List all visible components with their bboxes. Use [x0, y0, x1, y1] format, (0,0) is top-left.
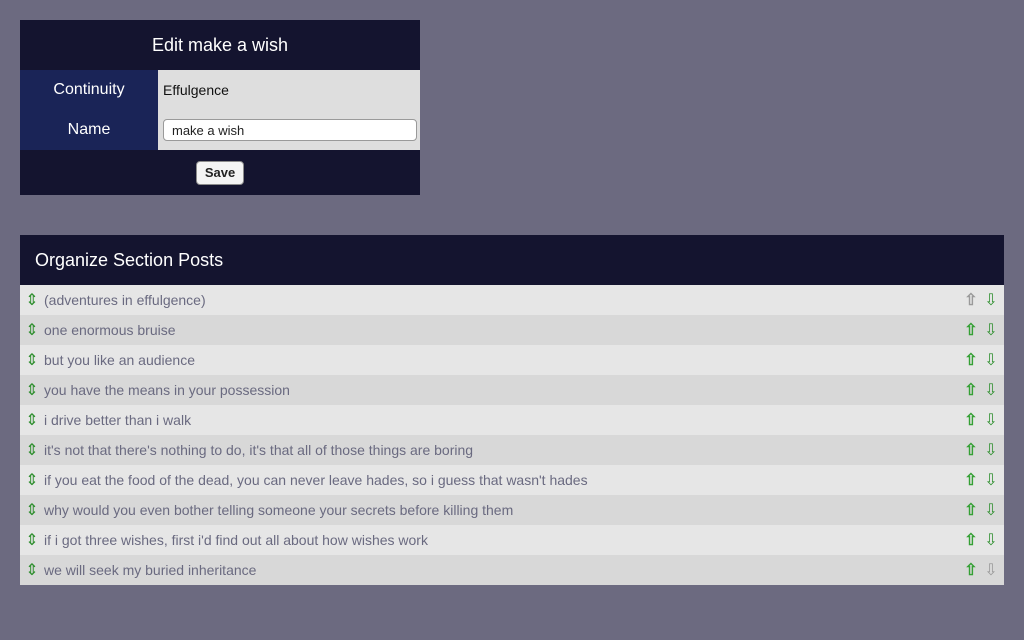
reorder-controls: ⇧ ⇩: [964, 380, 1004, 400]
arrow-down-icon[interactable]: ⇩: [984, 350, 998, 370]
drag-handle-icon[interactable]: ⇕: [20, 500, 44, 520]
post-row[interactable]: ⇕ (adventures in effulgence) ⇧ ⇩: [20, 285, 1004, 315]
continuity-label: Continuity: [20, 70, 158, 110]
post-row[interactable]: ⇕ i drive better than i walk ⇧ ⇩: [20, 405, 1004, 435]
arrow-down-icon[interactable]: ⇩: [984, 290, 998, 310]
name-label: Name: [20, 110, 158, 150]
post-row[interactable]: ⇕ you have the means in your possession ⇧ ⇩: [20, 375, 1004, 405]
drag-handle-icon[interactable]: ⇕: [20, 290, 44, 310]
arrow-down-icon[interactable]: ⇩: [984, 500, 998, 520]
drag-handle-icon[interactable]: ⇕: [20, 530, 44, 550]
post-title: why would you even bother telling someon…: [44, 502, 514, 518]
arrow-up-icon[interactable]: ⇧: [964, 350, 978, 370]
arrow-up-icon[interactable]: ⇧: [964, 500, 978, 520]
arrow-up-icon[interactable]: ⇧: [964, 440, 978, 460]
arrow-up-icon[interactable]: ⇧: [964, 530, 978, 550]
post-title: i drive better than i walk: [44, 412, 192, 428]
post-title: if you eat the food of the dead, you can…: [44, 472, 588, 488]
drag-handle-icon[interactable]: ⇕: [20, 380, 44, 400]
post-row[interactable]: ⇕ it's not that there's nothing to do, it…: [20, 435, 1004, 465]
reorder-controls: ⇧ ⇩: [964, 560, 1004, 580]
post-row[interactable]: ⇕ if you eat the food of the dead, you ca…: [20, 465, 1004, 495]
post-title: one enormous bruise: [44, 322, 176, 338]
reorder-controls: ⇧ ⇩: [964, 320, 1004, 340]
post-row[interactable]: ⇕ we will seek my buried inheritance ⇧ ⇩: [20, 555, 1004, 585]
post-title: (adventures in effulgence): [44, 292, 206, 308]
post-title: but you like an audience: [44, 352, 195, 368]
post-row[interactable]: ⇕ but you like an audience ⇧ ⇩: [20, 345, 1004, 375]
edit-section-panel: Edit make a wish Continuity Effulgence N…: [20, 20, 420, 195]
reorder-controls: ⇧ ⇩: [964, 500, 1004, 520]
post-row[interactable]: ⇕ why would you even bother telling someo…: [20, 495, 1004, 525]
arrow-down-icon[interactable]: ⇩: [984, 380, 998, 400]
post-title: you have the means in your possession: [44, 382, 290, 398]
drag-handle-icon[interactable]: ⇕: [20, 410, 44, 430]
arrow-up-icon[interactable]: ⇧: [964, 470, 978, 490]
edit-section-title: Edit make a wish: [151, 35, 289, 55]
arrow-down-icon[interactable]: ⇩: [984, 530, 998, 550]
arrow-down-icon: ⇩: [984, 562, 998, 579]
arrow-down-icon[interactable]: ⇩: [984, 440, 998, 460]
drag-handle-icon[interactable]: ⇕: [20, 350, 44, 370]
continuity-value: Effulgence: [158, 70, 420, 110]
arrow-up-icon[interactable]: ⇧: [964, 560, 978, 580]
drag-handle-icon[interactable]: ⇕: [20, 560, 44, 580]
arrow-down-icon[interactable]: ⇩: [984, 470, 998, 490]
reorder-controls: ⇧ ⇩: [964, 440, 1004, 460]
post-title: it's not that there's nothing to do, it'…: [44, 442, 474, 458]
drag-handle-icon[interactable]: ⇕: [20, 470, 44, 490]
arrow-up-icon: ⇧: [964, 292, 978, 309]
reorder-controls: ⇧ ⇩: [964, 470, 1004, 490]
drag-handle-icon[interactable]: ⇕: [20, 440, 44, 460]
save-button[interactable]: Save: [195, 160, 245, 185]
organize-posts-title: Organize Section Posts: [35, 250, 224, 270]
continuity-row: Continuity Effulgence: [20, 70, 420, 110]
post-title: if i got three wishes, first i'd find ou…: [44, 532, 428, 548]
name-value-cell: [158, 110, 420, 150]
post-title: we will seek my buried inheritance: [44, 562, 257, 578]
post-list: ⇕ (adventures in effulgence) ⇧ ⇩ ⇕ one enormo…: [20, 285, 1004, 585]
drag-handle-icon[interactable]: ⇕: [20, 320, 44, 340]
arrow-down-icon[interactable]: ⇩: [984, 410, 998, 430]
edit-footer: Save: [20, 150, 420, 195]
post-row[interactable]: ⇕ if i got three wishes, first i'd find o…: [20, 525, 1004, 555]
arrow-up-icon[interactable]: ⇧: [964, 320, 978, 340]
arrow-up-icon[interactable]: ⇧: [964, 380, 978, 400]
reorder-controls: ⇧ ⇩: [964, 410, 1004, 430]
post-row[interactable]: ⇕ one enormous bruise ⇧ ⇩: [20, 315, 1004, 345]
arrow-down-icon[interactable]: ⇩: [984, 320, 998, 340]
reorder-controls: ⇧ ⇩: [964, 530, 1004, 550]
name-row: Name: [20, 110, 420, 150]
reorder-controls: ⇧ ⇩: [964, 350, 1004, 370]
name-input[interactable]: [163, 119, 417, 141]
organize-posts-panel: Organize Section Posts ⇕ (adventures in e…: [20, 235, 1004, 585]
arrow-up-icon[interactable]: ⇧: [964, 410, 978, 430]
reorder-controls: ⇧ ⇩: [964, 290, 1004, 310]
